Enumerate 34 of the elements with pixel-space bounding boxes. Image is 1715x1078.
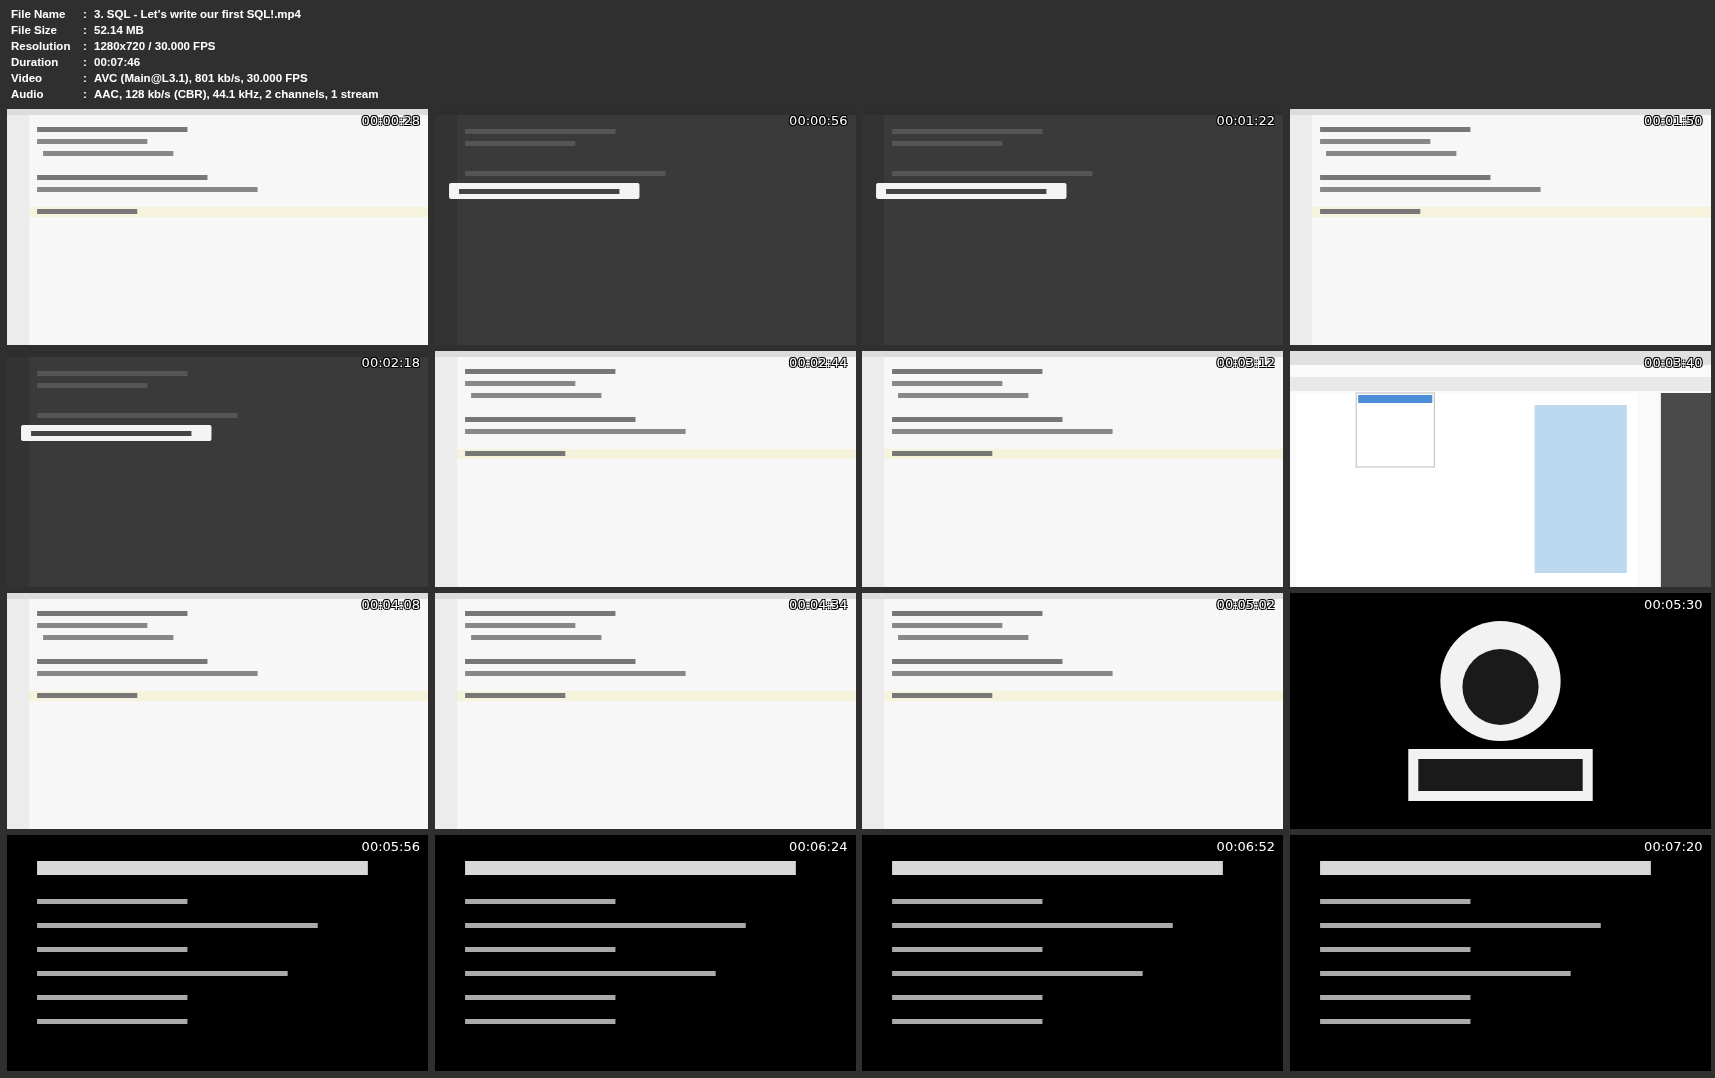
info-label: File Name: [11, 8, 67, 20]
info-value: AAC, 128 kb/s (CBR), 44.1 kHz, 2 channels, 1 stream: [94, 88, 379, 100]
info-separator: :: [83, 24, 88, 36]
info-separator: :: [83, 40, 88, 52]
info-separator: :: [83, 8, 88, 20]
info-value: 3. SQL - Let's write our first SQL!.mp4: [94, 8, 301, 20]
timestamp: 00:05:02: [1216, 597, 1275, 612]
info-label: Audio: [11, 88, 45, 100]
timestamp: 00:03:12: [1216, 355, 1275, 370]
timestamp: 00:02:18: [361, 355, 420, 370]
timestamp: 00:06:24: [789, 839, 848, 854]
timestamp: 00:04:34: [789, 597, 848, 612]
info-value: 1280x720 / 30.000 FPS: [94, 40, 216, 52]
timestamp: 00:00:56: [789, 113, 848, 128]
info-separator: :: [83, 56, 88, 68]
timestamp: 00:05:56: [361, 839, 420, 854]
info-value: 52.14 MB: [94, 24, 144, 36]
timestamp: 00:06:52: [1216, 839, 1275, 854]
info-separator: :: [83, 72, 88, 84]
info-value: 00:07:46: [94, 56, 141, 68]
info-label: Duration: [11, 56, 60, 68]
timestamp: 00:01:50: [1644, 113, 1703, 128]
info-label: File Size: [11, 24, 59, 36]
timestamp: 00:07:20: [1644, 839, 1703, 854]
timestamp: 00:04:08: [361, 597, 420, 612]
timestamp: 00:05:30: [1644, 597, 1703, 612]
info-label: Video: [11, 72, 44, 84]
timestamp: 00:01:22: [1216, 113, 1275, 128]
info-value: AVC (Main@L3.1), 801 kb/s, 30.000 FPS: [94, 72, 308, 84]
info-separator: :: [83, 88, 88, 100]
timestamp: 00:03:40: [1644, 355, 1703, 370]
timestamp: 00:02:44: [789, 355, 848, 370]
info-label: Resolution: [11, 40, 72, 52]
timestamp: 00:00:28: [361, 113, 420, 128]
